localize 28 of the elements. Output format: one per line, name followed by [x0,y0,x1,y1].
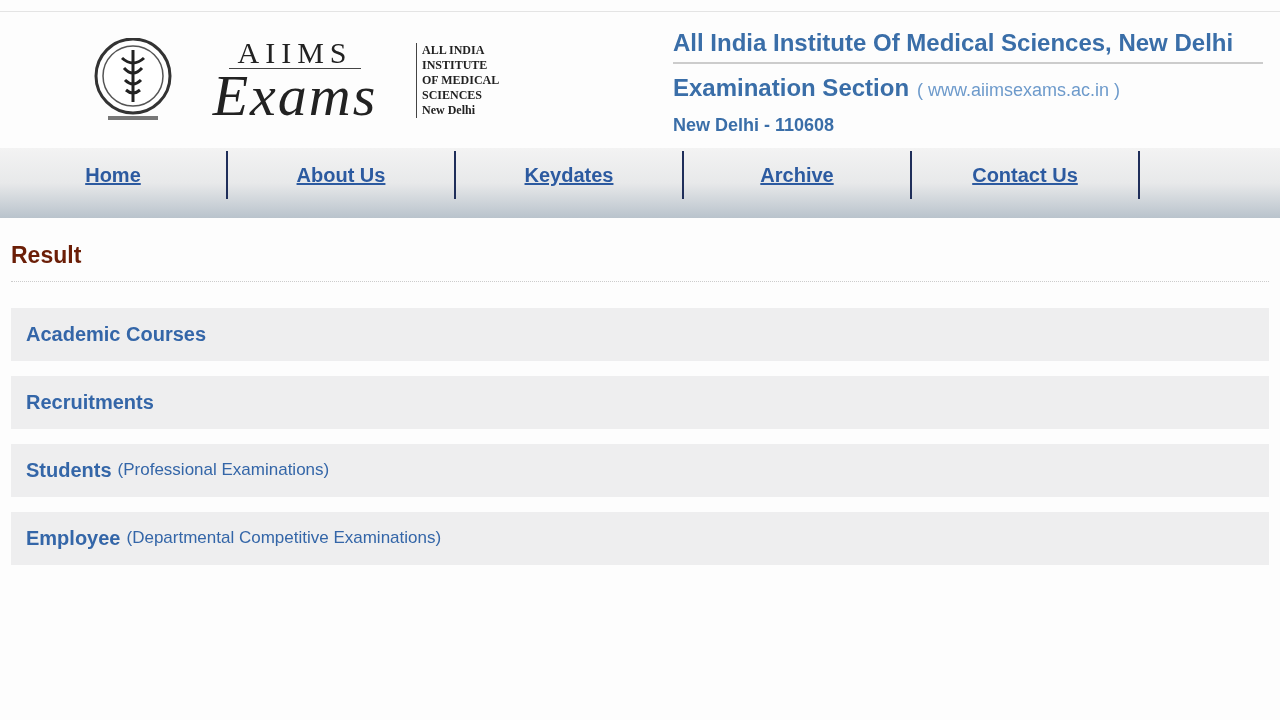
section-note: (Departmental Competitive Examinations) [126,527,442,550]
logo-caption: OF MEDICAL [422,72,500,88]
logo-caption: ALL INDIA [422,42,486,58]
section-heading: Recruitments [26,390,154,415]
logo-wordmark: AIIMS [229,37,361,69]
accordion-header[interactable]: Students (Professional Examinations) [11,443,1269,497]
institute-title: All India Institute Of Medical Sciences, New Delhi [673,28,1263,64]
logo-caption: SCIENCES [422,87,484,103]
section-heading: Employee [26,526,121,551]
accordion-header[interactable]: Recruitments [11,375,1269,429]
nav-link[interactable]: Keydates [524,160,614,190]
nav-link[interactable]: Home [85,160,141,190]
section-note: (Professional Examinations) [117,459,330,482]
accordion-header[interactable]: Employee (Departmental Competitive Examinations) [11,511,1269,565]
nav-link[interactable]: Archive [760,160,834,190]
logo-caption: INSTITUTE [422,57,489,73]
website-link[interactable]: ( www.aiimsexams.ac.in ) [917,77,1121,104]
section-title: Examination Section [673,73,910,103]
accordion-header[interactable]: Academic Courses [11,307,1269,361]
address-text: New Delhi - 110608 [673,114,836,137]
logo-caption: New Delhi [422,102,476,118]
page-title: Result [11,242,82,268]
nav-link[interactable]: Contact Us [972,160,1078,190]
emblem-icon [92,38,174,122]
logo-script: Exams [212,68,378,123]
section-heading: Academic Courses [26,322,207,347]
nav-link[interactable]: About Us [296,160,386,190]
section-heading: Students [26,458,112,483]
